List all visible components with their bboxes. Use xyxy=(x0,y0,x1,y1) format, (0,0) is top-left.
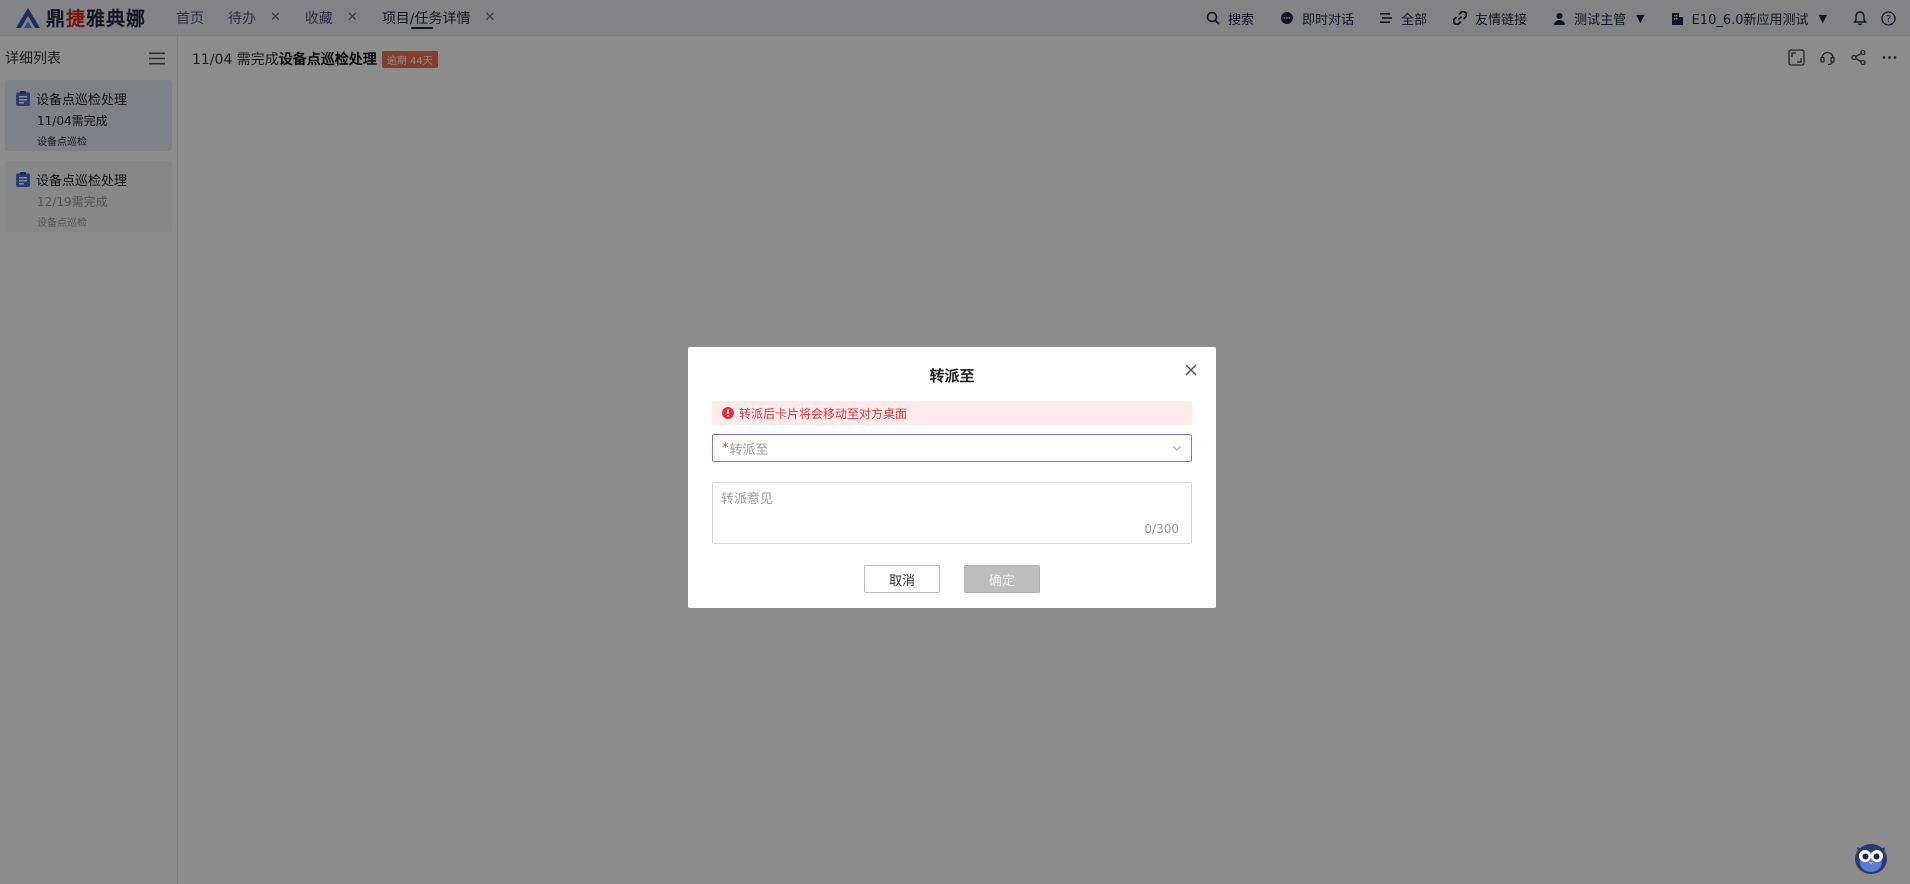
transfer-to-select[interactable]: * 转派至 xyxy=(712,434,1192,462)
warning-alert: 转派后卡片将会移动至对方桌面 xyxy=(712,401,1192,425)
char-counter: 0/300 xyxy=(1144,522,1179,536)
exclamation-icon xyxy=(722,407,734,419)
dialog-title: 转派至 xyxy=(929,367,975,385)
alert-text: 转派后卡片将会移动至对方桌面 xyxy=(739,406,908,421)
cancel-button[interactable]: 取消 xyxy=(864,565,940,593)
close-icon[interactable] xyxy=(1184,363,1198,377)
transfer-dialog: 转派至 转派后卡片将会移动至对方桌面 * 转派至 转派意见 0/300 取消 确… xyxy=(688,347,1216,608)
assistant-owl-icon[interactable] xyxy=(1852,838,1890,876)
required-mark: * xyxy=(722,440,729,456)
select-placeholder: 转派至 xyxy=(729,442,769,458)
transfer-comment-textarea[interactable]: 转派意见 0/300 xyxy=(712,482,1192,544)
chevron-down-icon xyxy=(1173,446,1181,451)
textarea-placeholder: 转派意见 xyxy=(721,492,774,507)
confirm-button[interactable]: 确定 xyxy=(964,565,1040,593)
